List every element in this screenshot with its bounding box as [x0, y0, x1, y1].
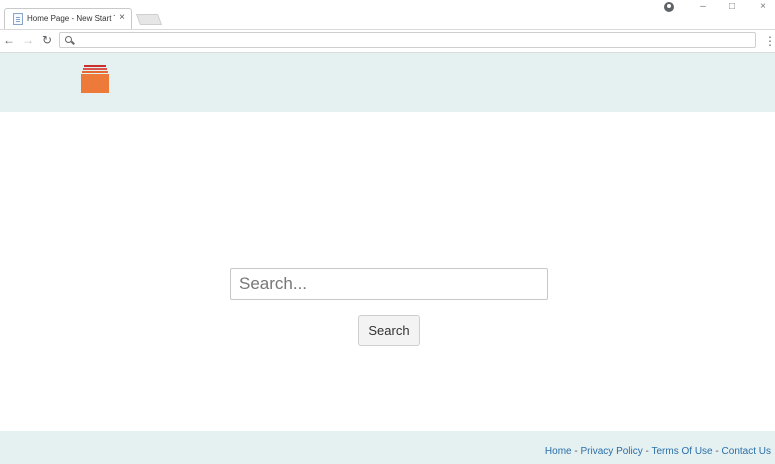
page-header [0, 53, 775, 112]
browser-toolbar: ← → ↻ ⋮ [0, 30, 775, 53]
tab-home-page[interactable]: Home Page - New Start T × [4, 8, 132, 29]
footer-links: Home - Privacy Policy - Terms Of Use - C… [545, 446, 771, 457]
new-tab-button[interactable] [135, 14, 163, 25]
profile-icon[interactable] [664, 2, 674, 12]
search-input[interactable] [230, 268, 548, 300]
site-logo-icon[interactable] [81, 65, 109, 93]
tab-title: Home Page - New Start T [27, 14, 115, 23]
minimize-button[interactable]: – [693, 0, 713, 14]
footer-link-privacy-policy[interactable]: Privacy Policy [581, 446, 643, 457]
reload-icon[interactable]: ↻ [40, 33, 54, 47]
tab-close-icon[interactable]: × [117, 12, 127, 24]
tab-strip: Home Page - New Start T × – □ × [0, 0, 775, 30]
page-footer: Home - Privacy Policy - Terms Of Use - C… [0, 431, 775, 464]
search-button[interactable]: Search [358, 315, 420, 346]
footer-separator: - [574, 446, 578, 457]
footer-separator: - [715, 446, 719, 457]
search-icon [65, 36, 72, 43]
close-window-button[interactable]: × [753, 0, 773, 14]
footer-link-home[interactable]: Home [545, 446, 572, 457]
address-bar[interactable] [59, 32, 756, 48]
page-favicon-icon [13, 13, 23, 25]
browser-window: Home Page - New Start T × – □ × ← → ↻ ⋮ … [0, 0, 775, 464]
browser-menu-icon[interactable]: ⋮ [764, 34, 775, 48]
footer-link-contact-us[interactable]: Contact Us [722, 446, 771, 457]
address-input[interactable] [78, 33, 748, 47]
footer-link-terms-of-use[interactable]: Terms Of Use [652, 446, 713, 457]
back-arrow-icon[interactable]: ← [2, 33, 16, 47]
footer-separator: - [645, 446, 649, 457]
maximize-button[interactable]: □ [722, 0, 742, 14]
forward-arrow-icon[interactable]: → [21, 33, 35, 47]
